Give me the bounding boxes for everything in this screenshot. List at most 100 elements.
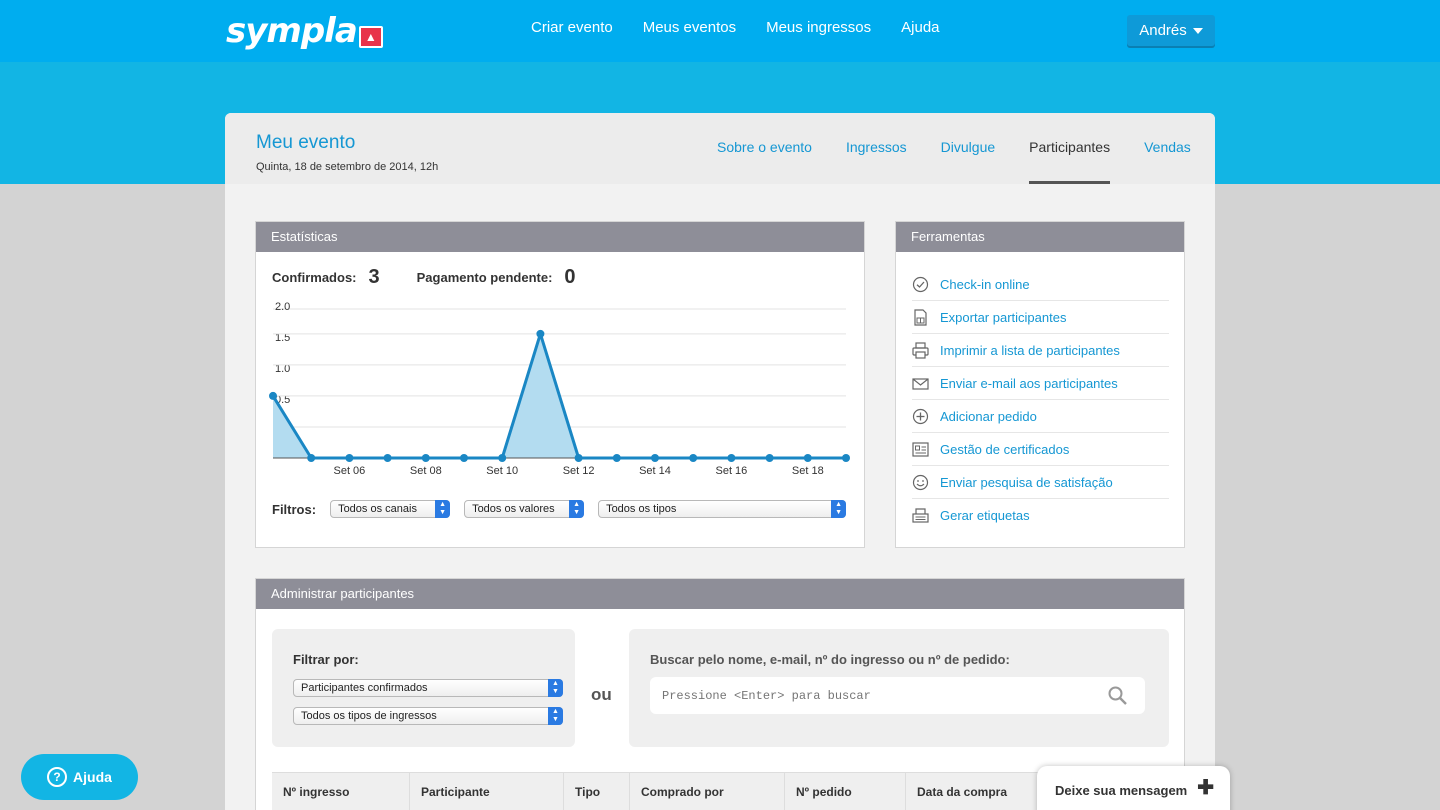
x-tick-label: Set 14 xyxy=(639,465,671,477)
confirmed-value: 3 xyxy=(368,266,380,288)
data-point xyxy=(383,454,392,462)
type-select[interactable]: Todos os tipos ▲ ▼ xyxy=(598,500,847,518)
tool-survey[interactable]: Enviar pesquisa de satisfação xyxy=(912,466,1169,499)
tool-certificates-link[interactable]: Gestão de certificados xyxy=(940,442,1069,457)
tab-divulgue[interactable]: Divulgue xyxy=(924,113,1012,184)
tool-add-order[interactable]: Adicionar pedido xyxy=(912,400,1169,433)
spreadsheet-icon xyxy=(914,308,927,326)
pending-value: 0 xyxy=(564,266,576,288)
filter-box: Filtrar por: Participantes confirmados ▲… xyxy=(272,629,575,747)
statistics-header: Estatísticas xyxy=(256,222,864,252)
data-point xyxy=(765,454,774,462)
tool-print[interactable]: Imprimir a lista de participantes xyxy=(912,334,1169,367)
participants-select-value: Participantes confirmados xyxy=(301,682,428,694)
tab-vendas[interactable]: Vendas xyxy=(1127,113,1208,184)
select-arrows-icon: ▲ ▼ xyxy=(831,500,847,518)
tool-add-order-link[interactable]: Adicionar pedido xyxy=(940,409,1037,424)
tool-export[interactable]: Exportar participantes xyxy=(912,301,1169,334)
label-printer-icon xyxy=(912,508,929,523)
printer-icon xyxy=(912,341,929,359)
col-participant[interactable]: Participante xyxy=(410,773,564,810)
help-button[interactable]: ? Ajuda xyxy=(21,754,138,800)
col-ticket-number[interactable]: Nº ingresso xyxy=(272,773,410,810)
data-point xyxy=(689,454,698,462)
event-title[interactable]: Meu evento xyxy=(256,132,355,154)
sympla-logo[interactable]: sympla ▲ xyxy=(226,12,383,52)
tool-print-link[interactable]: Imprimir a lista de participantes xyxy=(940,343,1120,358)
tool-email[interactable]: Enviar e-mail aos participantes xyxy=(912,367,1169,400)
filters-label: Filtros: xyxy=(272,501,317,517)
statistics-panel: Estatísticas Confirmados: 3 Pagamento pe… xyxy=(255,221,865,548)
tools-header: Ferramentas xyxy=(896,222,1184,252)
nav-meus-ingressos[interactable]: Meus ingressos xyxy=(766,19,871,37)
data-point xyxy=(803,454,812,462)
certificate-icon xyxy=(912,441,929,457)
y-tick-label: 2.0 xyxy=(275,301,290,313)
tool-checkin[interactable]: Check-in online xyxy=(912,268,1169,301)
col-type[interactable]: Tipo xyxy=(564,773,630,810)
x-tick-label: Set 12 xyxy=(563,465,595,477)
tab-participantes[interactable]: Participantes xyxy=(1012,113,1127,184)
help-label: Ajuda xyxy=(73,769,112,785)
x-tick-label: Set 16 xyxy=(715,465,747,477)
data-point xyxy=(345,454,354,462)
check-circle-icon xyxy=(912,276,929,292)
nav-meus-eventos[interactable]: Meus eventos xyxy=(643,19,736,37)
plus-icon[interactable]: ✚ xyxy=(1197,778,1214,798)
event-date: Quinta, 18 de setembro de 2014, 12h xyxy=(256,161,439,173)
data-point xyxy=(421,454,430,462)
x-tick-label: Set 08 xyxy=(410,465,442,477)
envelope-icon xyxy=(912,377,929,390)
tool-labels-link[interactable]: Gerar etiquetas xyxy=(940,508,1030,523)
caret-down-icon xyxy=(1192,27,1203,34)
select-arrows-icon: ▲ ▼ xyxy=(548,707,563,725)
nav-ajuda[interactable]: Ajuda xyxy=(901,19,939,37)
value-select[interactable]: Todos os valores ▲ ▼ xyxy=(464,500,585,518)
tool-labels[interactable]: Gerar etiquetas xyxy=(912,499,1169,532)
ticket-types-select[interactable]: Todos os tipos de ingressos ▲ ▼ xyxy=(293,707,563,725)
col-purchased-by[interactable]: Comprado por xyxy=(630,773,785,810)
col-order-number[interactable]: Nº pedido xyxy=(785,773,906,810)
data-point xyxy=(727,454,736,462)
filter-by-label: Filtrar por: xyxy=(293,652,359,667)
data-point xyxy=(307,454,316,462)
pending-label: Pagamento pendente: xyxy=(416,270,553,285)
data-point xyxy=(842,454,850,462)
event-tabs: Sobre o evento Ingressos Divulgue Partic… xyxy=(700,113,1208,184)
tool-email-link[interactable]: Enviar e-mail aos participantes xyxy=(940,376,1118,391)
bell-icon: ▲ xyxy=(358,26,383,48)
data-point xyxy=(574,454,583,462)
x-tick-label: Set 18 xyxy=(792,465,824,477)
channel-select[interactable]: Todos os canais ▲ ▼ xyxy=(330,500,451,518)
data-point xyxy=(498,454,507,462)
data-point xyxy=(269,391,277,400)
data-point xyxy=(460,454,468,462)
question-icon: ? xyxy=(47,767,68,787)
user-menu-button[interactable]: Andrés xyxy=(1127,15,1215,46)
tool-certificates[interactable]: Gestão de certificados xyxy=(912,433,1169,466)
search-icon[interactable] xyxy=(1108,686,1127,705)
tool-survey-link[interactable]: Enviar pesquisa de satisfação xyxy=(940,475,1113,490)
search-box: Buscar pelo nome, e-mail, nº do ingresso… xyxy=(629,629,1169,747)
nav-criar-evento[interactable]: Criar evento xyxy=(531,19,613,37)
chat-widget[interactable]: Deixe sua mensagem ✚ xyxy=(1037,766,1230,810)
participants-select[interactable]: Participantes confirmados ▲ ▼ xyxy=(293,679,563,697)
select-arrows-icon: ▲ ▼ xyxy=(548,679,563,697)
type-select-value: Todos os tipos xyxy=(606,503,677,515)
tab-ingressos[interactable]: Ingressos xyxy=(829,113,924,184)
select-arrows-icon: ▲ ▼ xyxy=(569,500,585,518)
or-label: ou xyxy=(591,685,612,704)
tab-sobre-o-evento[interactable]: Sobre o evento xyxy=(700,113,829,184)
ticket-types-select-value: Todos os tipos de ingressos xyxy=(301,710,437,722)
select-arrows-icon: ▲ ▼ xyxy=(435,500,451,518)
tool-export-link[interactable]: Exportar participantes xyxy=(940,310,1066,325)
data-point xyxy=(651,454,659,462)
event-header: Meu evento Quinta, 18 de setembro de 201… xyxy=(225,113,1215,184)
search-input[interactable] xyxy=(650,677,1145,714)
tool-checkin-link[interactable]: Check-in online xyxy=(940,277,1030,292)
x-tick-label: Set 06 xyxy=(333,465,365,477)
stats-counts: Confirmados: 3 Pagamento pendente: 0 xyxy=(272,266,613,289)
plus-circle-icon xyxy=(912,408,929,424)
data-point xyxy=(612,454,621,462)
x-tick-label: Set 10 xyxy=(486,465,518,477)
